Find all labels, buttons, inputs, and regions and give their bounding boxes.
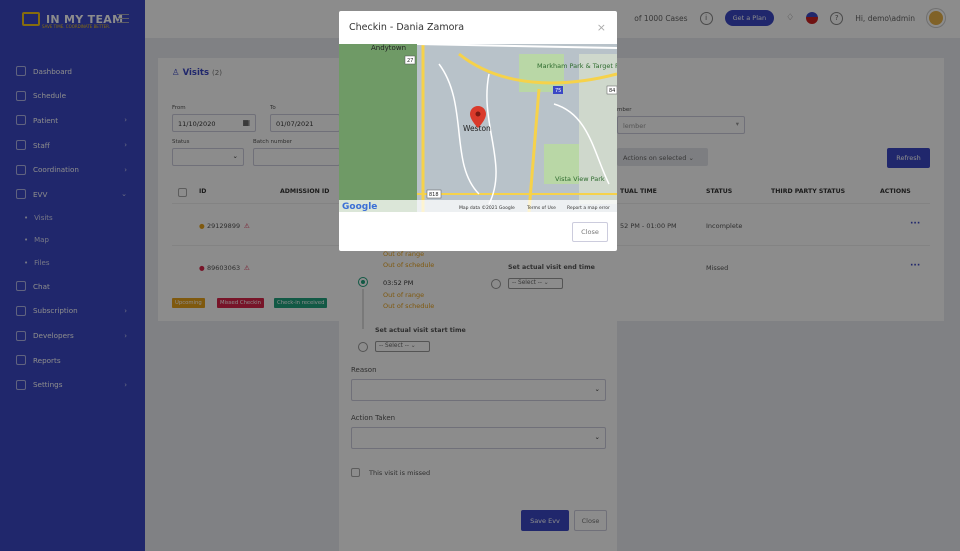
- reason-select[interactable]: ⌄: [351, 379, 606, 401]
- chevron-down-icon: ⌄: [594, 385, 600, 393]
- panel-close-button[interactable]: Close: [574, 510, 607, 531]
- report-error-link[interactable]: Report a map error: [567, 205, 610, 211]
- place-label: Andytown: [371, 44, 406, 52]
- action-taken-select[interactable]: ⌄: [351, 427, 606, 449]
- modal-close-button[interactable]: Close: [572, 222, 608, 242]
- set-start-label: Set actual visit start time: [375, 327, 466, 334]
- out-of-schedule-text: Out of schedule: [383, 261, 435, 269]
- checkin-modal: Checkin - Dania Zamora × Andytown Markha…: [339, 11, 617, 251]
- out-of-range-text: Out of range: [383, 250, 425, 258]
- timeline-line: [362, 289, 364, 329]
- start-time-select[interactable]: -- Select -- ⌄: [375, 341, 430, 352]
- map-canvas[interactable]: Andytown Markham Park & Target Range Wes…: [339, 44, 617, 212]
- out-of-range-text: Out of range: [383, 291, 425, 299]
- missed-checkbox[interactable]: [351, 468, 360, 477]
- evv-panel: Out of range Out of schedule Set actual …: [339, 236, 617, 551]
- route-label: 75: [555, 88, 561, 94]
- route-label: 818: [429, 192, 439, 198]
- place-label: Markham Park & Target Range: [537, 62, 617, 70]
- google-logo[interactable]: Google: [342, 202, 377, 212]
- missed-label: This visit is missed: [369, 469, 431, 477]
- modal-title: Checkin - Dania Zamora: [349, 22, 465, 33]
- end-time-select[interactable]: -- Select -- ⌄: [508, 278, 563, 289]
- route-label: 27: [407, 58, 413, 64]
- checkin-time: 03:52 PM: [383, 279, 414, 287]
- chevron-down-icon: ⌄: [594, 433, 600, 441]
- reason-label: Reason: [351, 366, 377, 374]
- start-time-radio[interactable]: [358, 342, 368, 352]
- place-label: Vista View Park: [555, 175, 605, 183]
- checkin-map[interactable]: Andytown Markham Park & Target Range Wes…: [339, 44, 617, 212]
- route-label: 84: [609, 88, 615, 94]
- map-attribution: Map data ©2021 Google: [459, 204, 515, 211]
- out-of-schedule-text: Out of schedule: [383, 302, 435, 310]
- terms-link[interactable]: Terms of Use: [526, 205, 556, 211]
- save-evv-button[interactable]: Save Evv: [521, 510, 569, 531]
- end-time-radio[interactable]: [491, 279, 501, 289]
- wetland-area: [339, 44, 417, 212]
- set-end-label: Set actual visit end time: [508, 264, 595, 271]
- checkin-radio[interactable]: [358, 277, 368, 287]
- close-icon[interactable]: ×: [597, 21, 606, 34]
- action-taken-label: Action Taken: [351, 414, 396, 422]
